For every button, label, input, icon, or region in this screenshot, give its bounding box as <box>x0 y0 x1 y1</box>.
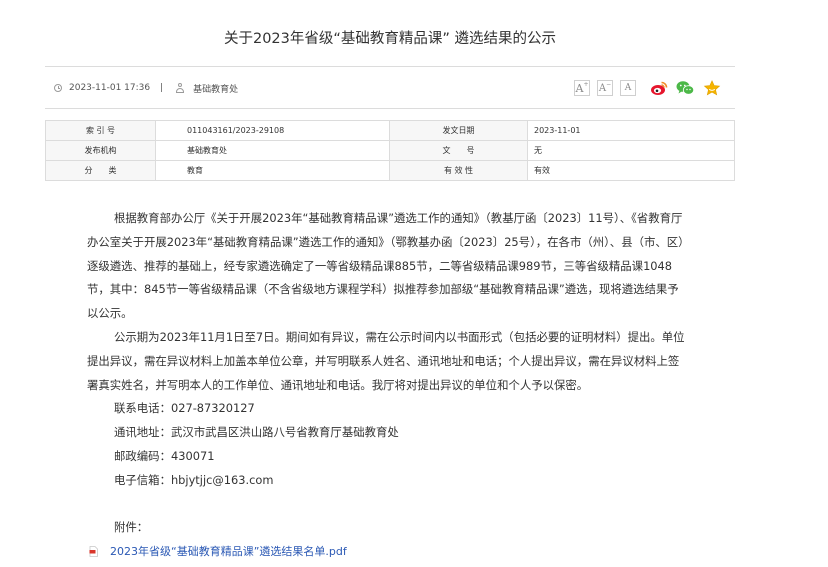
table-row: 分 类 教育 有 效 性 有效 <box>45 160 735 181</box>
index-number-value: 011043161/2023-29108 <box>155 120 390 141</box>
font-large-label: A <box>575 81 584 95</box>
attachment-label: 附件： <box>114 520 149 535</box>
font-size-small-button[interactable]: A <box>620 80 636 96</box>
divider-top <box>45 66 735 67</box>
category-label: 分 类 <box>45 160 156 181</box>
issue-date-value: 2023-11-01 <box>527 120 735 141</box>
validity-value: 有效 <box>527 160 735 181</box>
pdf-file-icon <box>89 545 98 557</box>
doc-number-value: 无 <box>527 140 735 161</box>
body-paragraph-2: 公示期为2023年11月1日至7日。期间如有异议，需在公示时间内以书面形式（包括… <box>87 329 685 392</box>
category-value: 教育 <box>155 160 390 181</box>
validity-label: 有 效 性 <box>389 160 528 181</box>
body-paragraph-1: 根据教育部办公厅《关于开展2023年“基础教育精品课”遴选工作的通知》（教基厅函… <box>87 211 684 321</box>
meta-separator: | <box>160 83 164 93</box>
table-row: 索 引 号 011043161/2023-29108 发文日期 2023-11-… <box>45 120 735 141</box>
page-title: 关于2023年省级“基础教育精品课” 遴选结果的公示 <box>223 31 557 47</box>
clock-icon <box>54 84 62 92</box>
attachment-filename[interactable]: 2023年省级“基础教育精品课”遴选结果名单.pdf <box>110 543 347 559</box>
issue-date-label: 发文日期 <box>389 120 528 141</box>
font-size-medium-button[interactable]: A − <box>597 80 613 96</box>
contact-address: 通讯地址：武汉市武昌区洪山路八号省教育厅基础教育处 <box>114 425 399 440</box>
user-icon <box>175 83 185 93</box>
doc-number-label: 文 号 <box>389 140 528 161</box>
info-table: 索 引 号 011043161/2023-29108 发文日期 2023-11-… <box>45 120 735 181</box>
font-size-large-button[interactable]: A + <box>574 80 590 96</box>
index-number-label: 索 引 号 <box>45 120 156 141</box>
article-body: 根据教育部办公厅《关于开展2023年“基础教育精品课”遴选工作的通知》（教基厅函… <box>87 207 687 540</box>
article-meta: 2023-11-01 17:36 | 基础教育处 <box>54 80 238 96</box>
publisher-name: 基础教育处 <box>193 84 239 95</box>
wechat-share-icon[interactable] <box>676 80 694 96</box>
contact-postcode: 邮政编码：430071 <box>114 448 215 463</box>
font-small-label: A <box>624 83 632 93</box>
star-favorite-icon[interactable] <box>703 80 721 96</box>
divider-bottom <box>45 108 735 109</box>
issuing-org-label: 发布机构 <box>45 140 156 161</box>
font-medium-label: A <box>598 82 607 94</box>
attachment-link[interactable]: 2023年省级“基础教育精品课”遴选结果名单.pdf <box>89 543 347 559</box>
contact-email: 电子信箱：hbjytjjc@163.com <box>114 472 274 487</box>
table-row: 发布机构 基础教育处 文 号 无 <box>45 140 735 161</box>
publish-date: 2023-11-01 17:36 <box>69 83 151 93</box>
contact-phone: 联系电话：027-87320127 <box>114 401 255 416</box>
issuing-org-value: 基础教育处 <box>155 140 390 161</box>
weibo-share-icon[interactable] <box>650 80 668 96</box>
